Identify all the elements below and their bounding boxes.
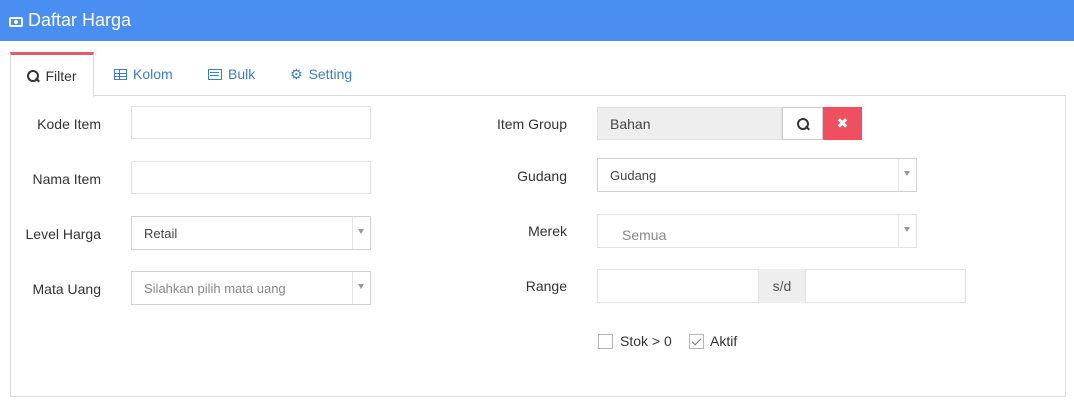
level-harga-select[interactable]: Retail	[131, 216, 371, 250]
gudang-label: Gudang	[517, 168, 567, 184]
tab-bulk[interactable]: Bulk	[208, 52, 255, 96]
page-title: Daftar Harga	[28, 10, 132, 30]
gudang-select[interactable]: Gudang	[597, 158, 917, 192]
gears-icon: ⚙	[290, 66, 303, 82]
caret-down-icon	[358, 284, 364, 289]
item-group-label: Item Group	[496, 116, 567, 132]
item-group-value: Bahan	[610, 115, 651, 132]
nama-item-input[interactable]	[131, 161, 371, 194]
search-icon	[27, 70, 40, 82]
range-label: Range	[525, 278, 567, 294]
level-harga-label: Level Harga	[25, 226, 102, 242]
caret-down-icon	[358, 229, 364, 234]
list-icon	[208, 68, 222, 80]
kode-item-input[interactable]	[131, 106, 371, 139]
money-icon	[9, 16, 23, 27]
level-harga-value: Retail	[144, 225, 178, 241]
mata-uang-select[interactable]: Silahkan pilih mata uang	[131, 271, 371, 305]
tab-filter-label: Filter	[45, 68, 77, 84]
range-separator: s/d	[759, 269, 805, 303]
tab-filter[interactable]: Filter	[10, 52, 94, 97]
tab-setting[interactable]: ⚙ Setting	[290, 52, 352, 96]
tab-kolom-label: Kolom	[133, 66, 173, 82]
item-group-field: Bahan	[597, 107, 782, 140]
mata-uang-label: Mata Uang	[32, 281, 101, 297]
search-icon	[796, 117, 809, 130]
tab-bar: Filter Kolom Bulk ⚙ Setting	[10, 52, 1066, 97]
merek-value: Semua	[622, 227, 667, 243]
stok-label: Stok > 0	[620, 333, 672, 349]
item-group-search-button[interactable]	[782, 107, 823, 140]
mata-uang-placeholder: Silahkan pilih mata uang	[144, 280, 286, 296]
aktif-checkbox[interactable]	[689, 334, 704, 349]
close-icon: ✖	[836, 115, 849, 131]
table-icon	[114, 68, 127, 80]
tab-kolom[interactable]: Kolom	[114, 52, 173, 96]
merek-select[interactable]: Semua	[597, 214, 917, 248]
range-from-input[interactable]	[597, 269, 759, 303]
caret-down-icon	[904, 171, 910, 176]
tab-bulk-label: Bulk	[228, 66, 256, 82]
item-group-clear-button[interactable]: ✖	[823, 107, 862, 140]
kode-item-label: Kode Item	[37, 116, 101, 132]
caret-down-icon	[904, 227, 910, 232]
page-header: Daftar Harga	[0, 0, 1074, 41]
nama-item-label: Nama Item	[32, 171, 101, 187]
aktif-label: Aktif	[710, 333, 738, 349]
gudang-value: Gudang	[610, 167, 657, 183]
tab-setting-label: Setting	[308, 66, 353, 82]
merek-label: Merek	[528, 223, 567, 239]
stok-checkbox[interactable]	[598, 334, 613, 349]
range-to-input[interactable]	[805, 269, 966, 303]
